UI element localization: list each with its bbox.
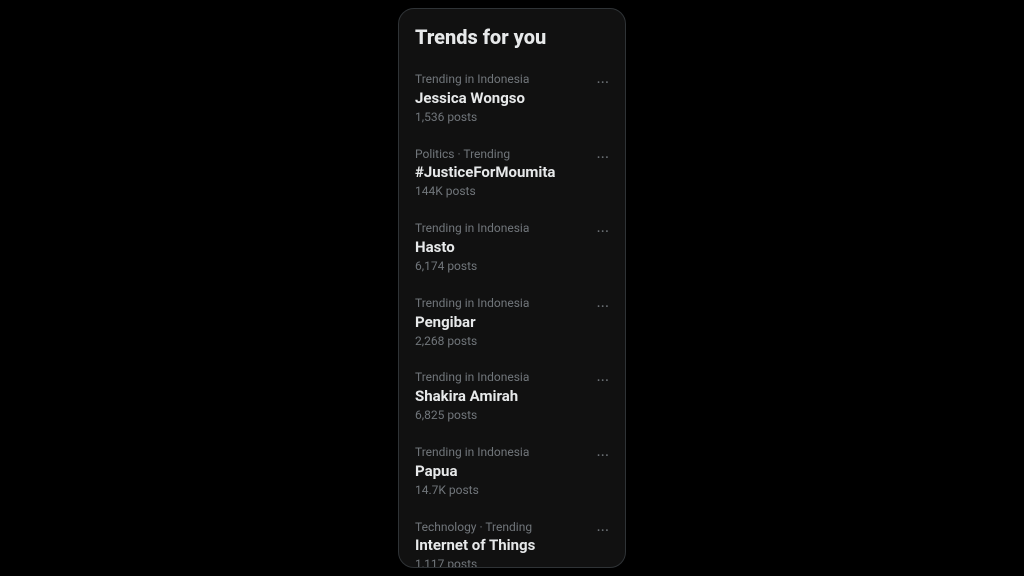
trend-posts: 6,825 posts <box>415 407 588 424</box>
trend-name: Pengibar <box>415 312 588 333</box>
trend-posts: 144K posts <box>415 183 588 200</box>
trend-category: Politics · Trending <box>415 146 588 163</box>
trend-content: Trending in Indonesia Hasto 6,174 posts <box>415 220 588 275</box>
more-options-icon[interactable]: ··· <box>588 73 609 92</box>
trend-category: Trending in Indonesia <box>415 220 588 237</box>
trend-category: Trending in Indonesia <box>415 369 588 386</box>
more-options-icon[interactable]: ··· <box>588 297 609 316</box>
trend-category: Technology · Trending <box>415 519 588 536</box>
trend-item[interactable]: Trending in Indonesia Jessica Wongso 1,5… <box>399 61 625 136</box>
trend-content: Politics · Trending #JusticeForMoumita 1… <box>415 146 588 201</box>
trend-name: Jessica Wongso <box>415 88 588 109</box>
trend-name: Internet of Things <box>415 535 588 556</box>
trends-title: Trends for you <box>399 21 625 61</box>
trend-content: Technology · Trending Internet of Things… <box>415 519 588 568</box>
trend-content: Trending in Indonesia Shakira Amirah 6,8… <box>415 369 588 424</box>
more-options-icon[interactable]: ··· <box>588 521 609 540</box>
trend-category: Trending in Indonesia <box>415 444 588 461</box>
trend-item[interactable]: Politics · Trending #JusticeForMoumita 1… <box>399 136 625 211</box>
trends-panel: Trends for you Trending in Indonesia Jes… <box>398 8 626 568</box>
trend-posts: 2,268 posts <box>415 333 588 350</box>
more-options-icon[interactable]: ··· <box>588 371 609 390</box>
trend-posts: 1,536 posts <box>415 109 588 126</box>
trend-item[interactable]: Trending in Indonesia Shakira Amirah 6,8… <box>399 359 625 434</box>
trend-posts: 1,117 posts <box>415 556 588 568</box>
more-options-icon[interactable]: ··· <box>588 446 609 465</box>
trend-posts: 14.7K posts <box>415 482 588 499</box>
trend-item[interactable]: Technology · Trending Internet of Things… <box>399 509 625 568</box>
trend-content: Trending in Indonesia Pengibar 2,268 pos… <box>415 295 588 350</box>
trend-category: Trending in Indonesia <box>415 295 588 312</box>
trend-item[interactable]: Trending in Indonesia Pengibar 2,268 pos… <box>399 285 625 360</box>
more-options-icon[interactable]: ··· <box>588 222 609 241</box>
trend-category: Trending in Indonesia <box>415 71 588 88</box>
trend-content: Trending in Indonesia Papua 14.7K posts <box>415 444 588 499</box>
trend-content: Trending in Indonesia Jessica Wongso 1,5… <box>415 71 588 126</box>
trends-list: Trending in Indonesia Jessica Wongso 1,5… <box>399 61 625 568</box>
trend-posts: 6,174 posts <box>415 258 588 275</box>
trend-name: Shakira Amirah <box>415 386 588 407</box>
trend-name: #JusticeForMoumita <box>415 162 588 183</box>
trend-item[interactable]: Trending in Indonesia Hasto 6,174 posts … <box>399 210 625 285</box>
trend-name: Hasto <box>415 237 588 258</box>
more-options-icon[interactable]: ··· <box>588 148 609 167</box>
trend-name: Papua <box>415 461 588 482</box>
trend-item[interactable]: Trending in Indonesia Papua 14.7K posts … <box>399 434 625 509</box>
